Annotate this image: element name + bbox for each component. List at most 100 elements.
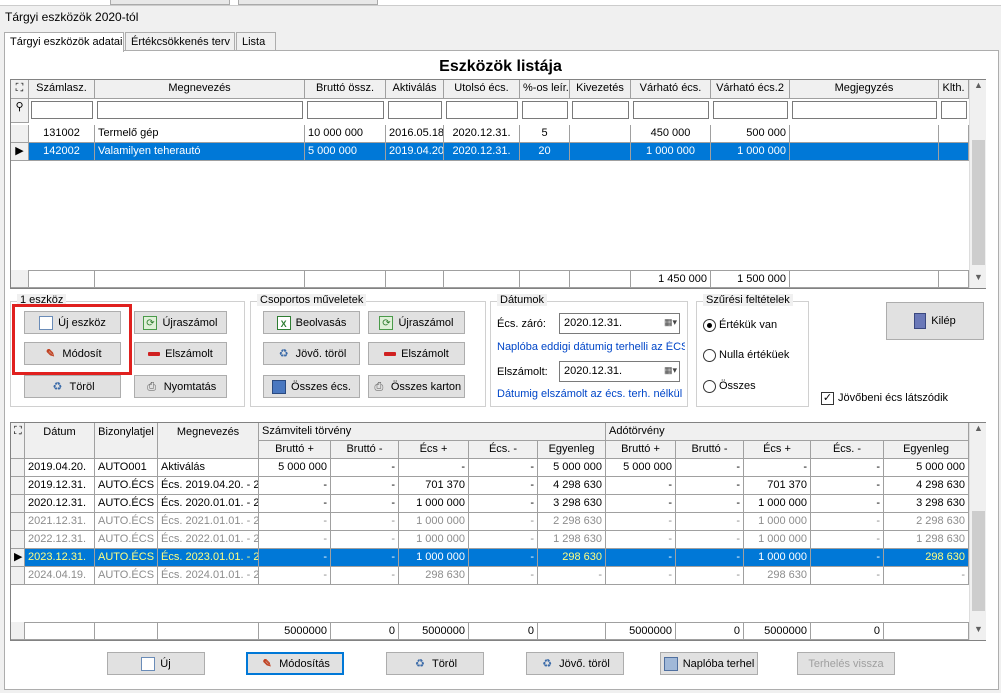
transaction-row-s_em[interactable]: -: [469, 459, 538, 477]
column-header-varhato2[interactable]: Várható écs.2: [711, 80, 790, 99]
transaction-row-biz[interactable]: AUTO001: [95, 459, 158, 477]
filter-input-aktivalas[interactable]: [388, 101, 442, 119]
closing-date-input[interactable]: 2020.12.31. ▦▾: [559, 313, 680, 334]
transaction-row-s_bm[interactable]: -: [331, 549, 399, 567]
asset-row-varhato2[interactable]: 500 000: [711, 125, 790, 143]
column-chooser-icon[interactable]: ⛶: [11, 80, 29, 99]
transaction-row-biz[interactable]: AUTO.ÉCS: [95, 567, 158, 585]
transaction-row-megn[interactable]: Écs. 2022.01.01. - 202: [158, 531, 259, 549]
column-header-datum[interactable]: Dátum: [25, 423, 95, 459]
transaction-row-a_eg[interactable]: 5 000 000: [884, 459, 969, 477]
transaction-row-megn[interactable]: Aktiválás: [158, 459, 259, 477]
transaction-row-biz[interactable]: AUTO.ÉCS: [95, 513, 158, 531]
transaction-row-a_bm[interactable]: -: [676, 477, 744, 495]
transaction-row-a_bm[interactable]: -: [676, 495, 744, 513]
asset-row-varhato[interactable]: 450 000: [631, 125, 711, 143]
column-header-utolso[interactable]: Utolsó écs.: [444, 80, 520, 99]
transaction-row-s_em[interactable]: -: [469, 531, 538, 549]
settled-date-input[interactable]: 2020.12.31. ▦▾: [559, 361, 680, 382]
transaction-row-datum[interactable]: 2024.04.19.: [25, 567, 95, 585]
delete-button[interactable]: ♻ Töröl: [24, 375, 121, 398]
filter-input-varhato2[interactable]: [713, 101, 788, 119]
transaction-row-datum[interactable]: 2019.12.31.: [25, 477, 95, 495]
transaction-row-a_em[interactable]: -: [811, 567, 884, 585]
asset-list-scrollbar[interactable]: ▲ ▼: [969, 80, 986, 288]
transaction-row-a_bm[interactable]: -: [676, 459, 744, 477]
asset-row-kivezetes[interactable]: [570, 125, 631, 143]
transaction-row-a_eg[interactable]: -: [884, 567, 969, 585]
settled-button[interactable]: Elszámolt: [134, 342, 227, 365]
filter-input-kivezetes[interactable]: [572, 101, 629, 119]
transaction-row-s_ep[interactable]: 701 370: [399, 477, 469, 495]
transaction-row-a_em[interactable]: -: [811, 531, 884, 549]
bottom-modify-button[interactable]: ✎ Módosítás: [246, 652, 344, 675]
column-header-egyenleg[interactable]: Egyenleg: [884, 441, 969, 459]
transaction-row-s_eg[interactable]: -: [538, 567, 606, 585]
transaction-row-a_ep[interactable]: 298 630: [744, 567, 811, 585]
journal-charge-button[interactable]: Naplóba terhel: [660, 652, 758, 675]
scroll-thumb[interactable]: [972, 140, 985, 265]
transaction-row-s_ep[interactable]: -: [399, 459, 469, 477]
asset-row-szazalek[interactable]: 20: [520, 143, 570, 161]
filter-input-szamlasz[interactable]: [31, 101, 93, 119]
asset-row-szamlasz[interactable]: 131002: [29, 125, 95, 143]
transaction-row-s_bp[interactable]: -: [259, 495, 331, 513]
asset-row-szamlasz[interactable]: 142002: [29, 143, 95, 161]
transaction-row-s_em[interactable]: -: [469, 567, 538, 585]
column-header-megjegyzes[interactable]: Megjegyzés: [790, 80, 939, 99]
transaction-row-s_ep[interactable]: 1 000 000: [399, 513, 469, 531]
scroll-up-icon[interactable]: ▲: [970, 80, 987, 96]
transaction-row-a_ep[interactable]: -: [744, 459, 811, 477]
transaction-row-datum[interactable]: 2019.04.20.: [25, 459, 95, 477]
scroll-down-icon[interactable]: ▼: [970, 272, 987, 288]
column-header-megnevezes[interactable]: Megnevezés: [95, 80, 305, 99]
transaction-row-s_eg[interactable]: 3 298 630: [538, 495, 606, 513]
recalc-button[interactable]: ⟳ Újraszámol: [134, 311, 227, 334]
transaction-row-s_eg[interactable]: 4 298 630: [538, 477, 606, 495]
transaction-row-a_em[interactable]: -: [811, 477, 884, 495]
transaction-row-megn[interactable]: Écs. 2024.01.01. - 202: [158, 567, 259, 585]
filter-input-varhato[interactable]: [633, 101, 709, 119]
transaction-row-a_em[interactable]: -: [811, 549, 884, 567]
scroll-thumb[interactable]: [972, 511, 985, 611]
transaction-scrollbar[interactable]: ▲ ▼: [969, 423, 986, 640]
transaction-row-a_em[interactable]: -: [811, 513, 884, 531]
transaction-row-a_bm[interactable]: -: [676, 513, 744, 531]
transaction-row-s_bp[interactable]: -: [259, 531, 331, 549]
column-chooser-icon[interactable]: ⛶: [11, 423, 25, 459]
asset-row-megjegyzes[interactable]: [790, 143, 939, 161]
asset-row-szazalek[interactable]: 5: [520, 125, 570, 143]
transaction-row-a_ep[interactable]: 1 000 000: [744, 513, 811, 531]
asset-row-brutto[interactable]: 10 000 000: [305, 125, 386, 143]
transaction-row-a_ep[interactable]: 1 000 000: [744, 495, 811, 513]
transaction-row-s_bp[interactable]: -: [259, 567, 331, 585]
column-header-brutto[interactable]: Bruttó össz.: [305, 80, 386, 99]
transaction-row-megn[interactable]: Écs. 2019.04.20. - 201: [158, 477, 259, 495]
transaction-row-a_bp[interactable]: -: [606, 531, 676, 549]
transaction-row-s_em[interactable]: -: [469, 549, 538, 567]
column-header-bizonylat[interactable]: Bizonylatjel: [95, 423, 158, 459]
scroll-up-icon[interactable]: ▲: [970, 423, 987, 439]
future-dep-checkbox[interactable]: ✓: [821, 392, 834, 405]
tab-asset-data[interactable]: Tárgyi eszközök adatai: [4, 32, 124, 52]
column-header-ecs_minus[interactable]: Écs. -: [811, 441, 884, 459]
transaction-row-a_eg[interactable]: 1 298 630: [884, 531, 969, 549]
filter-input-utolso[interactable]: [446, 101, 518, 119]
transaction-row-biz[interactable]: AUTO.ÉCS: [95, 495, 158, 513]
filter-input-szazalek[interactable]: [522, 101, 568, 119]
asset-row-klth[interactable]: [939, 125, 969, 143]
column-header-egyenleg[interactable]: Egyenleg: [538, 441, 606, 459]
asset-row-kivezetes[interactable]: [570, 143, 631, 161]
bottom-delete-button[interactable]: ♻ Töröl: [386, 652, 484, 675]
tab-list[interactable]: Lista: [236, 32, 276, 51]
transaction-row-a_em[interactable]: -: [811, 495, 884, 513]
transaction-row-a_bp[interactable]: -: [606, 549, 676, 567]
column-header-brutto_minus[interactable]: Bruttó -: [331, 441, 399, 459]
transaction-row-a_bm[interactable]: -: [676, 549, 744, 567]
transaction-row-s_ep[interactable]: 1 000 000: [399, 531, 469, 549]
transaction-row-s_bp[interactable]: -: [259, 477, 331, 495]
column-header-brutto_plus[interactable]: Bruttó +: [606, 441, 676, 459]
group-recalc-button[interactable]: ⟳ Újraszámol: [368, 311, 465, 334]
transaction-row-datum[interactable]: 2020.12.31.: [25, 495, 95, 513]
transaction-row-datum[interactable]: 2021.12.31.: [25, 513, 95, 531]
